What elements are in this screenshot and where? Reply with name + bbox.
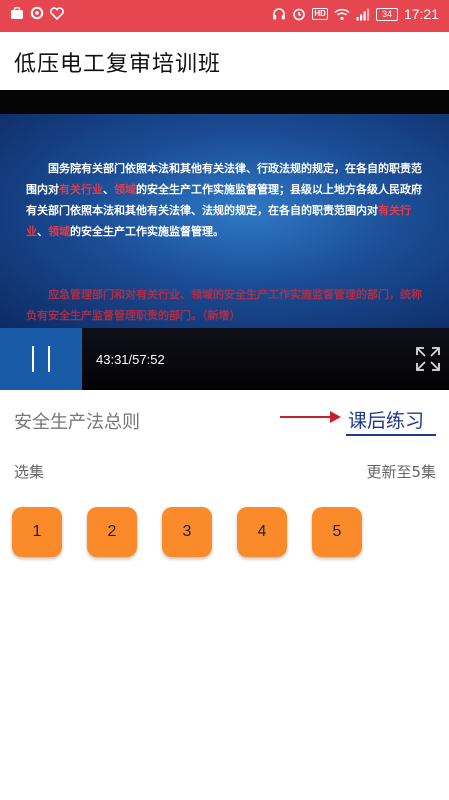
slide-paragraph-red: 应急管理部门和对有关行业、领域的安全生产工作实施监督管理的部门，统称负有安全生产… [26,288,422,322]
slide-text-part: 、 [37,225,48,238]
slide-paragraph: 国务院有关部门依照本法和其他有关法律、行政法规的规定，在各自的职责范围内对有关行… [26,158,426,242]
episode-button-3[interactable]: 3 [162,507,212,557]
app-header: 低压电工复审培训班 [0,32,449,90]
wifi-icon [334,8,350,20]
video-controls: 43:31/57:52 [0,328,449,390]
episode-list: 1 2 3 4 5 [12,507,362,559]
episode-count: 更新至5集 [366,463,436,481]
signal-icon [356,8,370,20]
pause-icon [32,346,34,372]
arrow-right-icon [280,411,341,423]
episode-header: 选集 更新至5集 [0,455,449,485]
course-row: 安全生产法总则 课后练习 [0,390,449,448]
alarm-icon [293,8,306,21]
sync-icon [30,6,44,20]
video-player[interactable]: 国务院有关部门依照本法和其他有关法律、行政法规的规定，在各自的职责范围内对有关行… [0,90,449,390]
fullscreen-icon[interactable] [415,346,441,372]
exercise-link[interactable]: 课后练习 [348,406,424,433]
battery-icon: 34 [375,7,398,21]
slide-highlight: 有关行业 [59,183,103,196]
episode-button-1[interactable]: 1 [12,507,62,557]
status-time: 17:21 [403,6,439,22]
episode-button-5[interactable]: 5 [312,507,362,557]
status-left-icons [10,6,64,20]
heart-icon [50,6,64,20]
hd-badge: HD [312,8,328,20]
status-right-icons: HD 34 17:21 [272,6,439,22]
video-frame: 国务院有关部门依照本法和其他有关法律、行政法规的规定，在各自的职责范围内对有关行… [0,114,449,328]
briefcase-icon [11,6,23,19]
pause-icon [48,346,50,372]
headset-icon [273,8,286,20]
episode-button-2[interactable]: 2 [87,507,137,557]
pause-button[interactable] [30,346,54,372]
course-title: 安全生产法总则 [14,412,140,433]
page-title: 低压电工复审培训班 [14,52,222,77]
episode-label: 选集 [14,463,45,481]
episode-button-4[interactable]: 4 [237,507,287,557]
slide-highlight: 领域 [114,183,136,196]
slide-text-part: 、 [103,183,114,196]
exercise-underline [346,434,436,436]
status-bar: HD 34 17:21 [0,0,449,32]
slide-text-part: 的安全生产工作实施监督管理。 [70,225,224,238]
time-display: 43:31/57:52 [96,352,165,367]
slide-highlight: 领域 [48,225,70,238]
